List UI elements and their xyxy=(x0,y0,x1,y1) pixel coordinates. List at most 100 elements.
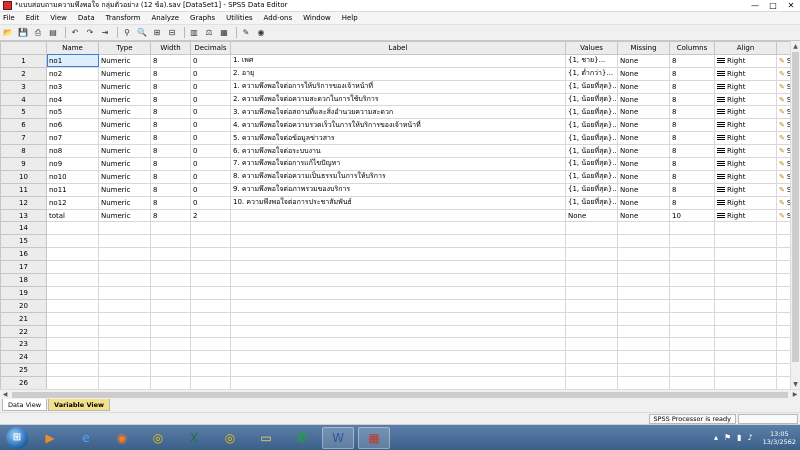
cell-label[interactable]: 9. ความพึงพอใจต่อภาพรวมของบริการ xyxy=(230,182,566,197)
cell-label[interactable]: 1. ความพึงพอใจต่อการให้บริการของเจ้าหน้า… xyxy=(230,79,566,94)
row-number[interactable]: 2 xyxy=(0,66,47,81)
column-header-label[interactable]: Label xyxy=(230,41,566,55)
cell-type[interactable]: Numeric xyxy=(98,182,151,197)
insert-variable-icon[interactable]: ⊟ xyxy=(166,27,178,39)
cell-empty[interactable] xyxy=(190,234,231,249)
cell-missing[interactable]: None xyxy=(617,144,670,159)
cell-values[interactable]: {1, น้อยที่สุด}... xyxy=(565,182,618,197)
cell-empty[interactable] xyxy=(230,247,566,262)
word-icon[interactable]: W xyxy=(322,426,354,449)
cell-empty[interactable] xyxy=(46,311,99,326)
minimize-button[interactable]: — xyxy=(746,0,764,12)
cell-width[interactable]: 8 xyxy=(150,144,191,159)
cell-empty[interactable] xyxy=(98,350,151,365)
cell-empty[interactable] xyxy=(46,376,99,389)
cell-empty[interactable] xyxy=(150,298,191,313)
cell-empty[interactable] xyxy=(565,324,618,339)
cell-type[interactable]: Numeric xyxy=(98,92,151,107)
cell-name[interactable]: no9 xyxy=(46,157,99,171)
cell-label[interactable]: 2. อายุ xyxy=(230,66,566,81)
cell-empty[interactable] xyxy=(230,273,566,287)
dialog-recall-icon[interactable]: ▤ xyxy=(47,27,59,39)
cell-empty[interactable] xyxy=(190,363,231,378)
print-icon[interactable]: ⎙ xyxy=(32,27,44,39)
cell-type[interactable]: Numeric xyxy=(98,53,151,68)
cell-empty[interactable] xyxy=(669,260,715,275)
clock[interactable]: 13:05 13/3/2562 xyxy=(763,430,796,446)
cell-values[interactable]: {1, ชาย}... xyxy=(565,53,618,68)
select-cases-icon[interactable]: ▦ xyxy=(218,27,230,39)
cell-name[interactable]: total xyxy=(46,208,99,223)
cell-columns[interactable]: 8 xyxy=(669,144,715,159)
cell-missing[interactable]: None xyxy=(617,105,670,120)
cell-empty[interactable] xyxy=(190,273,231,287)
cell-empty[interactable] xyxy=(150,221,191,236)
row-number[interactable]: 26 xyxy=(0,376,47,389)
use-sets-icon[interactable]: ◉ xyxy=(255,27,267,39)
cell-columns[interactable]: 8 xyxy=(669,66,715,81)
cell-empty[interactable] xyxy=(617,273,670,287)
column-header-type[interactable]: Type xyxy=(98,41,151,55)
variables-icon[interactable]: ⚲ xyxy=(121,27,133,39)
cell-label[interactable]: 6. ความพึงพอใจต่อระบบงาน xyxy=(230,144,566,159)
cell-columns[interactable]: 8 xyxy=(669,53,715,68)
cell-empty[interactable] xyxy=(98,234,151,249)
cell-empty[interactable] xyxy=(714,363,777,378)
start-button[interactable]: ⊞ xyxy=(6,426,28,449)
cell-empty[interactable] xyxy=(669,363,715,378)
cell-columns[interactable]: 8 xyxy=(669,131,715,146)
cell-empty[interactable] xyxy=(190,337,231,352)
cell-empty[interactable] xyxy=(565,273,618,287)
cell-columns[interactable]: 10 xyxy=(669,208,715,223)
goto-case-icon[interactable]: ⇥ xyxy=(99,27,111,39)
cell-width[interactable]: 8 xyxy=(150,157,191,171)
cell-name[interactable]: no11 xyxy=(46,182,99,197)
cell-empty[interactable] xyxy=(776,285,790,300)
cell-empty[interactable] xyxy=(617,298,670,313)
ie-icon[interactable]: e xyxy=(70,427,102,449)
cell-empty[interactable] xyxy=(98,337,151,352)
cell-align[interactable]: Right xyxy=(714,131,777,146)
cell-values[interactable]: {1, ต่ำกว่า}... xyxy=(565,66,618,81)
cell-decimals[interactable]: 0 xyxy=(190,195,231,210)
cell-measure[interactable]: ✎Sca xyxy=(776,105,790,120)
cell-type[interactable]: Numeric xyxy=(98,208,151,223)
line-icon[interactable]: ✆ xyxy=(286,427,318,449)
cell-empty[interactable] xyxy=(617,376,670,389)
cell-missing[interactable]: None xyxy=(617,92,670,107)
cell-measure[interactable]: ✎Sca xyxy=(776,182,790,197)
cell-empty[interactable] xyxy=(714,298,777,313)
row-number[interactable]: 17 xyxy=(0,260,47,275)
row-number[interactable]: 6 xyxy=(0,118,47,133)
cell-empty[interactable] xyxy=(190,350,231,365)
cell-missing[interactable]: None xyxy=(617,53,670,68)
cell-missing[interactable]: None xyxy=(617,131,670,146)
cell-empty[interactable] xyxy=(46,324,99,339)
cell-empty[interactable] xyxy=(565,298,618,313)
cell-missing[interactable]: None xyxy=(617,118,670,133)
cell-missing[interactable]: None xyxy=(617,79,670,94)
cell-decimals[interactable]: 0 xyxy=(190,79,231,94)
cell-empty[interactable] xyxy=(190,324,231,339)
cell-width[interactable]: 8 xyxy=(150,53,191,68)
cell-empty[interactable] xyxy=(714,260,777,275)
flag-icon[interactable]: ⚑ xyxy=(724,433,731,442)
cell-width[interactable]: 8 xyxy=(150,208,191,223)
menu-analyze[interactable]: Analyze xyxy=(151,14,179,22)
row-number[interactable]: 22 xyxy=(0,324,47,339)
cell-align[interactable]: Right xyxy=(714,169,777,184)
cell-measure[interactable]: ✎Sca xyxy=(776,66,790,81)
cell-empty[interactable] xyxy=(150,337,191,352)
cell-empty[interactable] xyxy=(776,350,790,365)
cell-empty[interactable] xyxy=(776,324,790,339)
cell-empty[interactable] xyxy=(46,298,99,313)
cell-empty[interactable] xyxy=(669,337,715,352)
cell-measure[interactable]: ✎Sca xyxy=(776,157,790,171)
cell-empty[interactable] xyxy=(150,363,191,378)
cell-empty[interactable] xyxy=(230,350,566,365)
row-number[interactable]: 7 xyxy=(0,131,47,146)
cell-empty[interactable] xyxy=(46,234,99,249)
cell-name[interactable]: no8 xyxy=(46,144,99,159)
cell-empty[interactable] xyxy=(565,363,618,378)
cell-empty[interactable] xyxy=(230,285,566,300)
